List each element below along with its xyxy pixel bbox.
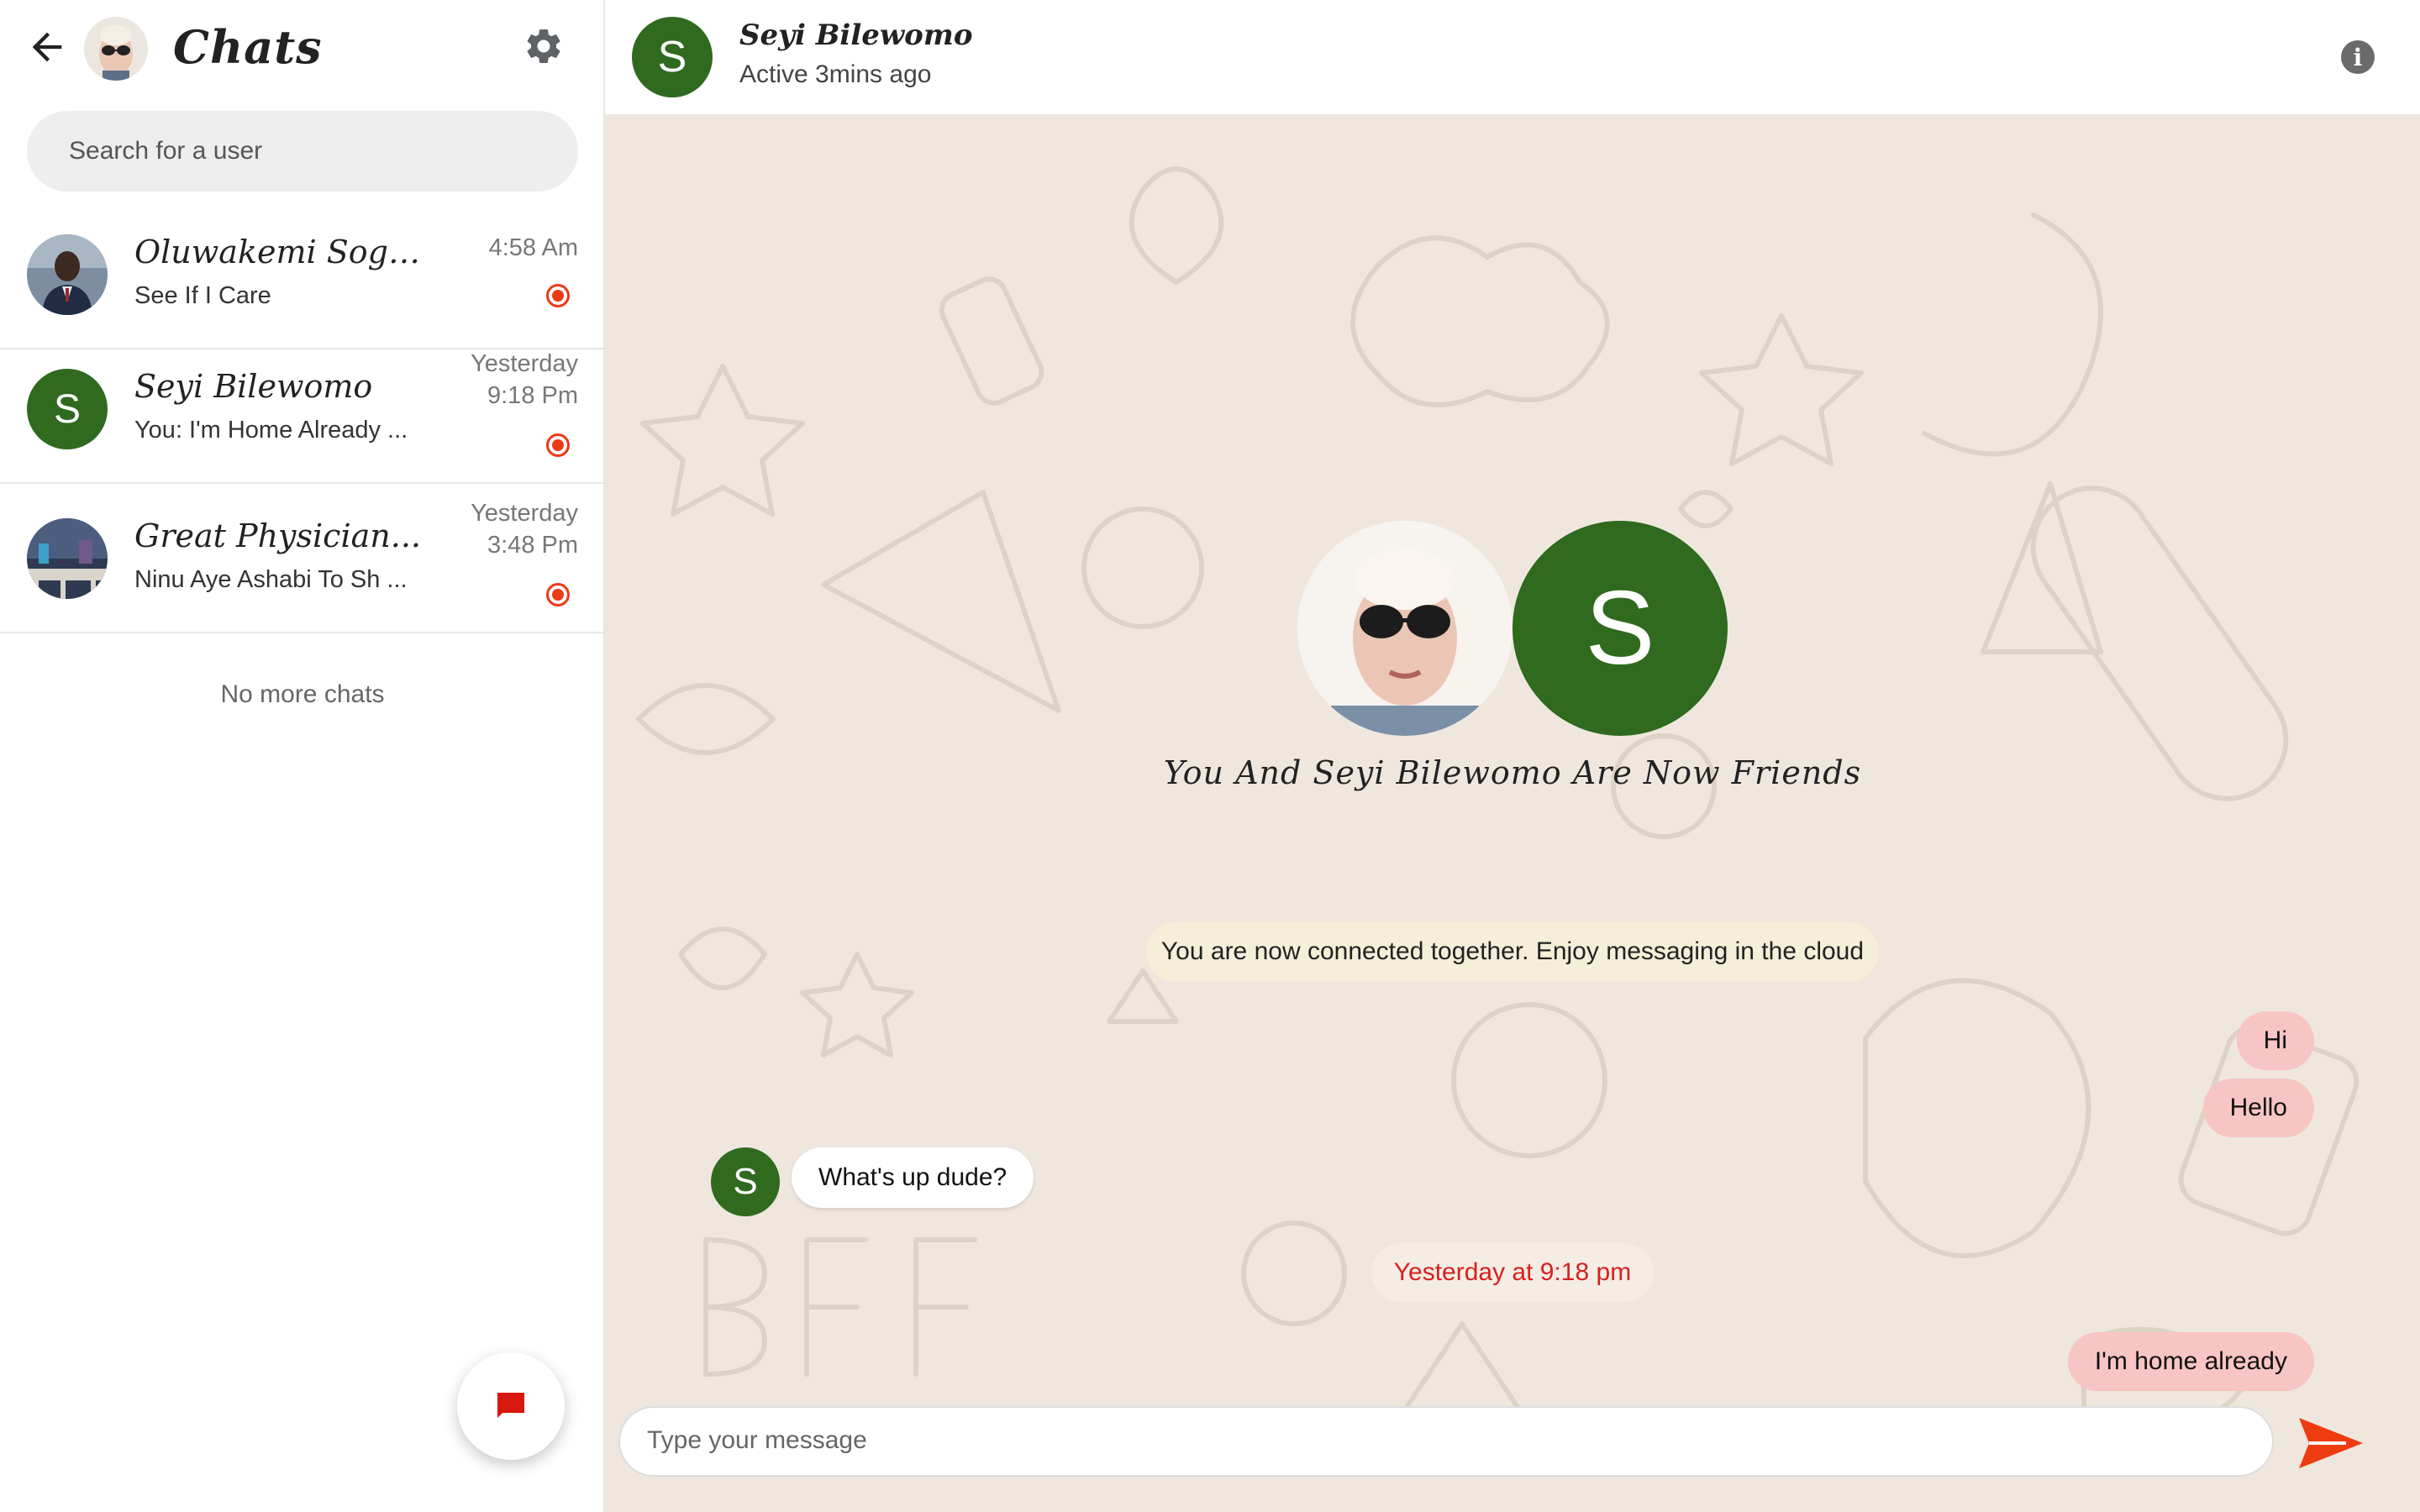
chat-preview: See If I Care <box>134 282 271 309</box>
chat-list-item[interactable]: S Seyi Bilewomo You: I'm Home Already ..… <box>0 336 605 484</box>
chat-time-line1: Yesterday <box>471 350 578 377</box>
chat-avatar: S <box>27 369 108 449</box>
chat-time: Yesterday 9:18 Pm <box>471 348 578 412</box>
date-separator: Yesterday at 9:18 pm <box>1371 1243 1654 1302</box>
chat-header: S Seyi Bilewomo Active 3mins ago i <box>605 0 2420 114</box>
chat-time-line2: 3:48 Pm <box>487 532 578 559</box>
chat-time: Yesterday 3:48 Pm <box>471 497 578 561</box>
chat-list-item[interactable]: Great Physician... Ninu Aye Ashabi To Sh… <box>0 486 605 633</box>
friend-avatars: S <box>1297 521 1728 739</box>
unread-dot-icon <box>546 284 570 307</box>
outgoing-message[interactable]: I'm home already <box>2067 1332 2314 1391</box>
unread-dot-icon <box>546 583 570 606</box>
my-photo <box>1297 521 1512 736</box>
unread-dot-icon <box>546 433 570 457</box>
chat-preview: Ninu Aye Ashabi To Sh ... <box>134 566 408 593</box>
new-chat-button[interactable] <box>457 1352 565 1460</box>
chat-avatar <box>27 234 108 315</box>
info-icon[interactable]: i <box>2341 40 2375 74</box>
my-avatar-image <box>84 17 148 81</box>
incoming-message[interactable]: What's up dude? <box>792 1147 1034 1208</box>
contact-photo <box>27 518 108 599</box>
chat-time: 4:58 Am <box>489 232 578 264</box>
send-icon <box>2299 1418 2363 1468</box>
chat-name: Seyi Bilewomo <box>134 368 373 405</box>
outgoing-message[interactable]: Hi <box>2236 1011 2314 1070</box>
chat-name: Oluwakemi Sogbu... <box>134 234 437 270</box>
sidebar-title: Chats <box>173 20 323 74</box>
friends-banner: You And Seyi Bilewomo Are Now Friends <box>1163 754 1862 791</box>
outgoing-message[interactable]: Hello <box>2202 1079 2314 1137</box>
no-more-chats-label: No more chats <box>220 680 385 708</box>
chat-bubble-icon <box>497 1393 524 1418</box>
send-button[interactable] <box>2296 1413 2366 1473</box>
chat-avatar <box>27 518 108 599</box>
contact-photo <box>27 234 108 315</box>
chat-sidebar: Chats Oluwakemi Sogbu... See If I Care 4… <box>0 0 605 1512</box>
chat-time-line1: Yesterday <box>471 500 578 527</box>
contact-name[interactable]: Seyi Bilewomo <box>739 18 973 52</box>
chat-name: Great Physician... <box>134 517 421 554</box>
doodle-background <box>636 166 2360 1430</box>
system-message: You are now connected together. Enjoy me… <box>1146 922 1879 981</box>
my-avatar[interactable] <box>84 17 148 81</box>
user-search-input[interactable] <box>27 111 578 192</box>
chat-preview: You: I'm Home Already ... <box>134 417 408 444</box>
chat-list-item[interactable]: Oluwakemi Sogbu... See If I Care 4:58 Am <box>0 202 605 349</box>
contact-avatar-large: S <box>1512 521 1728 736</box>
sidebar-header: Chats <box>0 0 605 97</box>
gear-icon <box>527 29 560 63</box>
sender-avatar: S <box>711 1147 780 1216</box>
back-arrow-icon <box>32 32 62 62</box>
message-input[interactable] <box>618 1406 2274 1477</box>
my-avatar-large <box>1297 521 1512 736</box>
chat-time-line1: 4:58 Am <box>488 234 578 261</box>
contact-status: Active 3mins ago <box>739 60 932 88</box>
chat-time-line2: 9:18 Pm <box>487 382 578 409</box>
contact-avatar[interactable]: S <box>632 17 713 97</box>
settings-button[interactable] <box>523 25 565 67</box>
back-button[interactable] <box>25 25 69 69</box>
chat-conversation-area: S You And Seyi Bilewomo Are Now Friends … <box>605 114 2420 1512</box>
